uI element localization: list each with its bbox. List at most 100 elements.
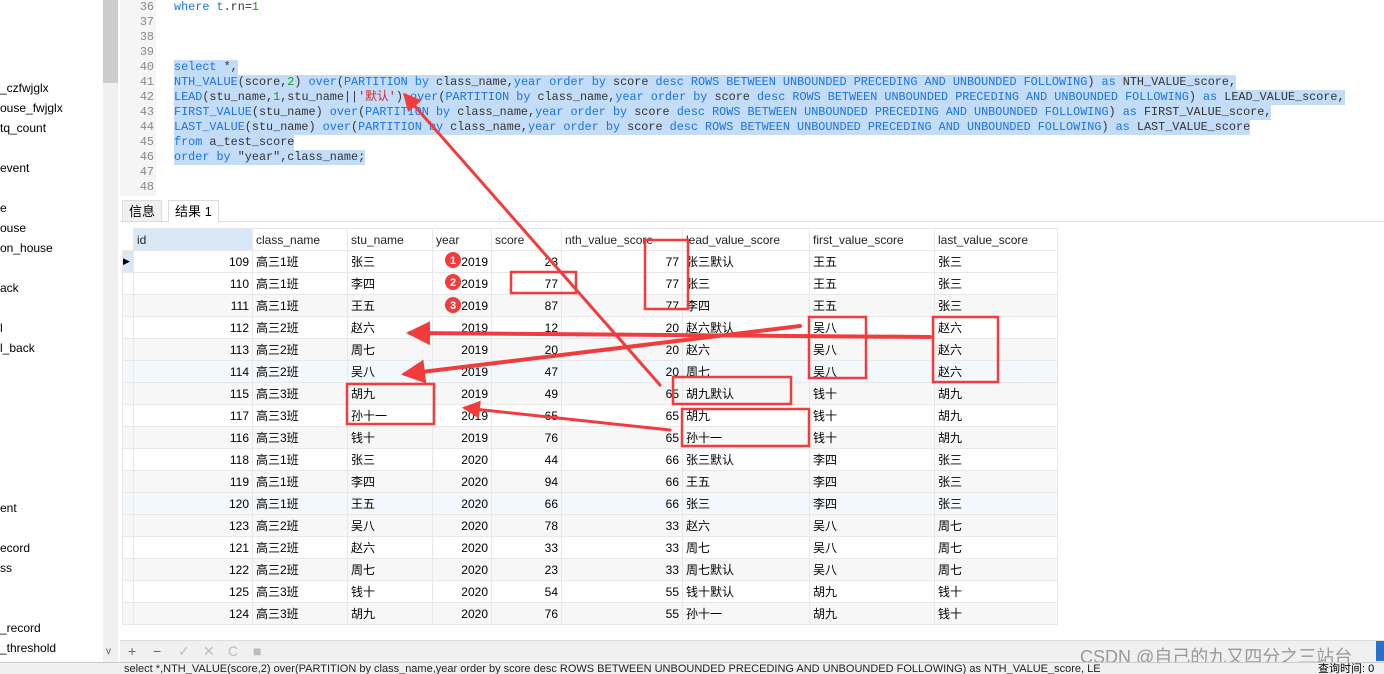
cell-stu-name[interactable]: 胡九	[347, 382, 433, 405]
cell-lead-value-score[interactable]: 周七默认	[682, 558, 810, 581]
cell-stu-name[interactable]: 钱十	[347, 580, 433, 603]
cell-first-value-score[interactable]: 胡九	[809, 602, 935, 625]
cell-year[interactable]: 2020	[432, 558, 492, 581]
cell-last-value-score[interactable]: 张三	[934, 272, 1058, 295]
row-indicator[interactable]	[122, 558, 134, 581]
cell-year[interactable]: 2020	[432, 470, 492, 493]
cell-class-name[interactable]: 高三2班	[252, 316, 348, 339]
cell-class-name[interactable]: 高三1班	[252, 492, 348, 515]
cell-class-name[interactable]: 高三2班	[252, 536, 348, 559]
row-indicator[interactable]	[122, 514, 134, 537]
cell-stu-name[interactable]: 张三	[347, 250, 433, 273]
cell-nth-value-score[interactable]: 55	[561, 580, 683, 603]
cell-stu-name[interactable]: 孙十一	[347, 404, 433, 427]
row-indicator[interactable]	[122, 580, 134, 603]
cell-lead-value-score[interactable]: 周七	[682, 536, 810, 559]
sidebar-table-item[interactable]: on_house	[0, 241, 53, 255]
sidebar-table-item[interactable]: event	[0, 161, 29, 175]
cell-nth-value-score[interactable]: 77	[561, 294, 683, 317]
cell-lead-value-score[interactable]: 张三默认	[682, 448, 810, 471]
sidebar-table-item[interactable]: ecord	[0, 541, 30, 555]
cell-last-value-score[interactable]: 钱十	[934, 602, 1058, 625]
cell-score[interactable]: 87	[491, 294, 562, 317]
cell-id[interactable]: 112	[133, 316, 253, 339]
row-indicator[interactable]	[122, 338, 134, 361]
cell-stu-name[interactable]: 周七	[347, 558, 433, 581]
code-line[interactable]: order by "year",class_name;	[174, 150, 366, 165]
cell-last-value-score[interactable]: 周七	[934, 558, 1058, 581]
table-row[interactable]: 125 高三3班 钱十 2020 54 55 钱十默认 胡九 钱十	[122, 580, 1058, 603]
code-line[interactable]: LEAD(stu_name,1,stu_name||'默认') over(PAR…	[174, 90, 1345, 105]
cell-nth-value-score[interactable]: 66	[561, 470, 683, 493]
cell-nth-value-score[interactable]: 33	[561, 536, 683, 559]
cell-last-value-score[interactable]: 张三	[934, 470, 1058, 493]
table-row[interactable]: 114 高三2班 吴八 2019 47 20 周七 吴八 赵六	[122, 360, 1058, 383]
cell-first-value-score[interactable]: 王五	[809, 272, 935, 295]
cell-first-value-score[interactable]: 吴八	[809, 536, 935, 559]
table-row[interactable]: 110 高三1班 李四 2019 77 77 张三 王五 张三	[122, 272, 1058, 295]
sidebar-table-item[interactable]: _record	[0, 621, 41, 635]
cell-year[interactable]: 2020	[432, 492, 492, 515]
row-indicator[interactable]	[122, 536, 134, 559]
plus-icon[interactable]: +	[128, 643, 136, 659]
cell-stu-name[interactable]: 赵六	[347, 536, 433, 559]
cell-nth-value-score[interactable]: 66	[561, 492, 683, 515]
cancel-icon[interactable]: ✕	[203, 643, 215, 660]
table-row[interactable]: 118 高三1班 张三 2020 44 66 张三默认 李四 张三	[122, 448, 1058, 471]
cell-first-value-score[interactable]: 钱十	[809, 404, 935, 427]
code-line[interactable]: from a_test_score	[174, 135, 295, 150]
cell-class-name[interactable]: 高三1班	[252, 294, 348, 317]
cell-nth-value-score[interactable]: 66	[561, 448, 683, 471]
cell-score[interactable]: 54	[491, 580, 562, 603]
cell-year[interactable]: 2019	[432, 426, 492, 449]
cell-class-name[interactable]: 高三1班	[252, 250, 348, 273]
cell-stu-name[interactable]: 赵六	[347, 316, 433, 339]
sidebar-table-item[interactable]: tq_count	[0, 121, 46, 135]
cell-last-value-score[interactable]: 赵六	[934, 360, 1058, 383]
row-indicator[interactable]	[122, 294, 134, 317]
cell-first-value-score[interactable]: 李四	[809, 448, 935, 471]
sidebar-table-item[interactable]: e	[0, 201, 7, 215]
table-row[interactable]: 120 高三1班 王五 2020 66 66 张三 李四 张三	[122, 492, 1058, 515]
cell-last-value-score[interactable]: 张三	[934, 492, 1058, 515]
cell-year[interactable]: 2020	[432, 514, 492, 537]
sidebar-table-item[interactable]: l_back	[0, 341, 35, 355]
sidebar-table-item[interactable]: ent	[0, 501, 17, 515]
cell-stu-name[interactable]: 张三	[347, 448, 433, 471]
cell-score[interactable]: 44	[491, 448, 562, 471]
cell-lead-value-score[interactable]: 孙十一	[682, 426, 810, 449]
cell-lead-value-score[interactable]: 胡九	[682, 404, 810, 427]
cell-score[interactable]: 20	[491, 338, 562, 361]
sidebar-table-item[interactable]: _czfwjglx	[0, 81, 49, 95]
code-line[interactable]: LAST_VALUE(stu_name) over(PARTITION by c…	[174, 120, 1251, 135]
cell-nth-value-score[interactable]: 55	[561, 602, 683, 625]
cell-year[interactable]: 2019	[432, 404, 492, 427]
row-indicator[interactable]	[122, 360, 134, 383]
column-header-nth-value-score[interactable]: nth_value_score	[561, 228, 683, 251]
scrollbar-thumb[interactable]	[103, 0, 118, 83]
tab-info[interactable]: 信息	[122, 200, 163, 222]
cell-score[interactable]: 77	[491, 272, 562, 295]
sidebar-table-item[interactable]: ss	[0, 561, 12, 575]
row-indicator[interactable]	[122, 470, 134, 493]
cell-lead-value-score[interactable]: 赵六	[682, 514, 810, 537]
cell-id[interactable]: 125	[133, 580, 253, 603]
cell-stu-name[interactable]: 李四	[347, 470, 433, 493]
table-row[interactable]: 124 高三3班 胡九 2020 76 55 孙十一 胡九 钱十	[122, 602, 1058, 625]
cell-year[interactable]: 2019	[432, 316, 492, 339]
cell-stu-name[interactable]: 胡九	[347, 602, 433, 625]
cell-id[interactable]: 121	[133, 536, 253, 559]
cell-class-name[interactable]: 高三3班	[252, 426, 348, 449]
column-header-first-value-score[interactable]: first_value_score	[809, 228, 935, 251]
cell-score[interactable]: 76	[491, 426, 562, 449]
cell-score[interactable]: 49	[491, 382, 562, 405]
cell-year[interactable]: 2019	[432, 250, 492, 273]
column-header-score[interactable]: score	[491, 228, 562, 251]
cell-year[interactable]: 2019	[432, 294, 492, 317]
cell-class-name[interactable]: 高三1班	[252, 272, 348, 295]
cell-last-value-score[interactable]: 胡九	[934, 404, 1058, 427]
tab-result-1[interactable]: 结果 1	[168, 200, 219, 222]
table-row[interactable]: 122 高三2班 周七 2020 23 33 周七默认 吴八 周七	[122, 558, 1058, 581]
cell-id[interactable]: 119	[133, 470, 253, 493]
cell-lead-value-score[interactable]: 胡九默认	[682, 382, 810, 405]
